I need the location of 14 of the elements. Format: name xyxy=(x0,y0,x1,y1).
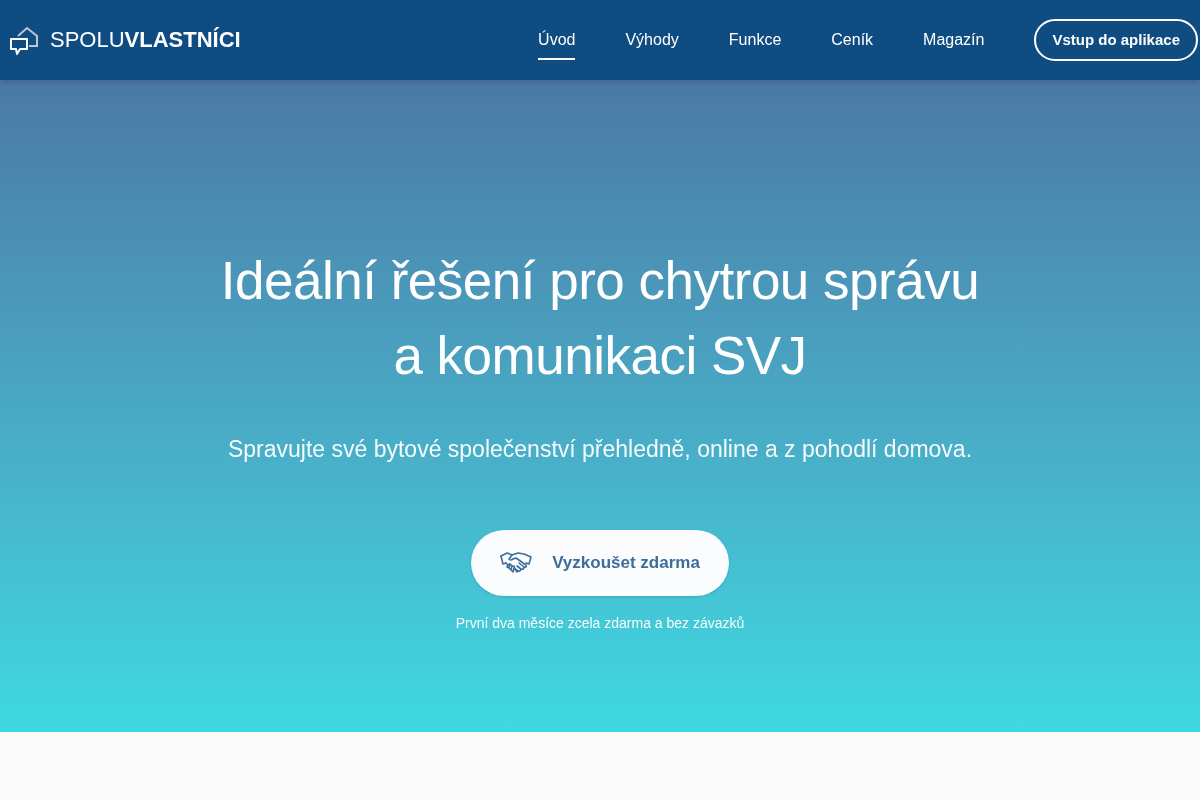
nav-link[interactable]: Ceník xyxy=(831,20,874,60)
try-free-button[interactable]: Vyzkoušet zdarma xyxy=(471,530,729,596)
nav-link[interactable]: Výhody xyxy=(625,20,679,60)
logo-text: SPOLUVLASTNÍCI xyxy=(50,29,241,51)
hero-subtitle: Spravujte své bytové společenství přehledně, online a z pohodlí domova. xyxy=(227,435,973,464)
hero-heading: Ideální řešení pro chytrou správu a komunikaci SVJ xyxy=(220,250,980,387)
house-chat-icon xyxy=(10,25,38,55)
login-button[interactable]: Vstup do aplikace xyxy=(1034,19,1198,61)
handshake-icon xyxy=(500,550,533,576)
nav-link[interactable]: Funkce xyxy=(728,20,782,60)
logo-link[interactable]: SPOLUVLASTNÍCI xyxy=(10,25,241,55)
nav-link[interactable]: Magazín xyxy=(923,20,985,60)
nav-link[interactable]: Úvod xyxy=(538,20,576,60)
free-trial-note: První dva měsíce zcela zdarma a bez závazků xyxy=(455,614,745,633)
